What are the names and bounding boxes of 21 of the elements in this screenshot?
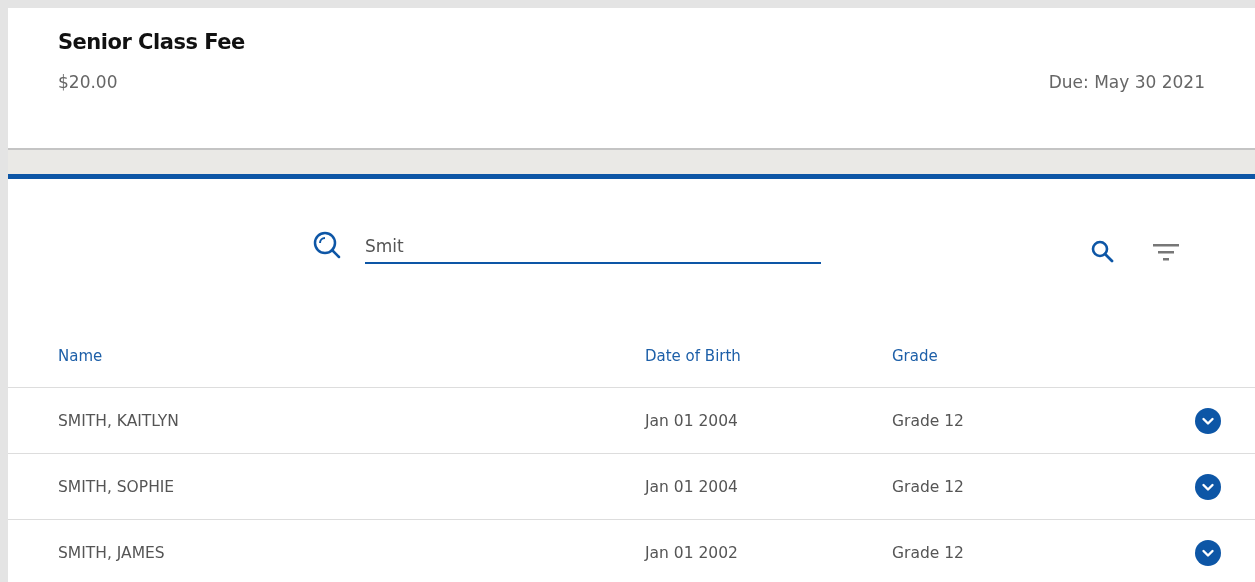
search-button[interactable] bbox=[1090, 239, 1116, 265]
expand-button[interactable] bbox=[1195, 473, 1221, 500]
column-header[interactable]: Name bbox=[58, 347, 645, 365]
due-date: Due: May 30 2021 bbox=[1048, 72, 1205, 92]
table-cell-text: Grade 12 bbox=[892, 477, 965, 496]
table-cell-text: SMITH, SOPHIE bbox=[58, 477, 176, 496]
search-icon bbox=[313, 231, 343, 261]
fee-amount: $20.00 bbox=[58, 72, 118, 92]
table-cell-text: SMITH, JAMES bbox=[58, 543, 166, 562]
table-cell-text: Jan 01 2004 bbox=[645, 411, 739, 430]
table-cell-text: Jan 01 2004 bbox=[645, 477, 739, 496]
column-header[interactable]: Grade bbox=[892, 347, 1195, 365]
expand-button[interactable] bbox=[1195, 539, 1221, 566]
table-cell-text: SMITH, KAITLYN bbox=[58, 411, 180, 430]
table-cell-text: Grade 12 bbox=[892, 411, 965, 430]
table-cell-text: Jan 01 2002 bbox=[645, 543, 739, 562]
fee-title: Senior Class Fee bbox=[58, 30, 246, 54]
table-cell-text: Grade 12 bbox=[892, 543, 965, 562]
filter-button[interactable] bbox=[1152, 241, 1180, 263]
column-header[interactable]: Date of Birth bbox=[645, 347, 892, 365]
expand-button[interactable] bbox=[1195, 407, 1221, 434]
